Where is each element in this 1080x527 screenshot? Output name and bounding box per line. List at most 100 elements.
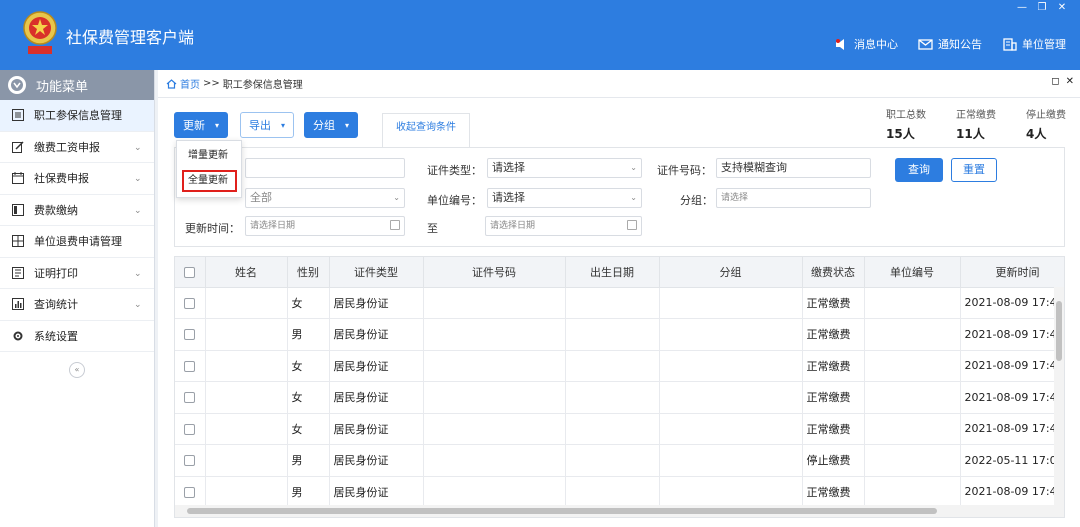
chevron-down-icon: ▾ [281, 120, 286, 130]
group-button-label: 分组 [313, 119, 336, 132]
cell-unit-no [864, 350, 961, 382]
collapse-query-tab[interactable]: 收起查询条件 [382, 113, 470, 147]
cell-updated: 2021-08-09 17:4 [960, 350, 1064, 382]
sidebar-item-label: 单位退费申请管理 [34, 235, 122, 249]
update-time-label: 更新时间： [185, 222, 240, 235]
row-checkbox[interactable] [175, 381, 206, 414]
incremental-update-item[interactable]: 增量更新 [177, 145, 241, 167]
cell-cert-type: 居民身份证 [329, 287, 424, 319]
row-checkbox[interactable] [175, 318, 206, 351]
app-title: 社保费管理客户端 [66, 28, 195, 47]
cell-status: 停止缴费 [802, 444, 865, 477]
employee-table: 姓名 性别 证件类型 证件号码 出生日期 分组 缴费状态 单位编号 更新时间 女… [174, 256, 1065, 518]
panel-close-button[interactable]: ✕ [1066, 76, 1074, 87]
sidebar-item-label: 费款缴纳 [34, 203, 78, 217]
edit-icon [12, 141, 24, 153]
row-checkbox[interactable] [175, 444, 206, 477]
home-icon [166, 78, 177, 89]
cell-status: 正常缴费 [802, 476, 865, 508]
cert-type-select[interactable]: 请选择 ⌄ [487, 158, 642, 178]
cell-status: 正常缴费 [802, 381, 865, 414]
col-header-group[interactable]: 分组 [659, 257, 803, 288]
table-row[interactable]: 男居民身份证 正常缴费 2021-08-09 17:4 [175, 476, 1064, 508]
cell-status: 正常缴费 [802, 287, 865, 319]
export-button[interactable]: 导出 ▾ [240, 112, 295, 138]
row-checkbox[interactable] [175, 476, 206, 508]
sidebar-item-employee-insurance[interactable]: 职工参保信息管理 [0, 100, 154, 132]
col-header-cert-type[interactable]: 证件类型 [329, 257, 424, 288]
query-button[interactable]: 查询 [895, 158, 943, 182]
col-header-unit-no[interactable]: 单位编号 [864, 257, 961, 288]
date-from-input[interactable]: 请选择日期 [245, 216, 405, 236]
vertical-scrollbar[interactable] [1054, 287, 1064, 505]
sidebar-item-certificate-print[interactable]: 证明打印 ⌄ [0, 258, 154, 289]
group-button[interactable]: 分组 ▾ [304, 112, 359, 138]
calendar-icon [390, 220, 400, 230]
date-to-input[interactable]: 请选择日期 [485, 216, 642, 236]
col-header-status[interactable]: 缴费状态 [802, 257, 865, 288]
group-label: 分组： [680, 194, 713, 207]
horizontal-scrollbar[interactable] [175, 505, 1064, 517]
name-input[interactable] [245, 158, 405, 178]
breadcrumb-separator: >> [203, 78, 220, 89]
gear-icon [13, 331, 23, 341]
group-select[interactable]: 请选择 [716, 188, 871, 208]
breadcrumb-home-link[interactable]: 首页 [180, 76, 200, 91]
full-update-item[interactable]: 全量更新 [182, 170, 237, 192]
cell-cert-type: 居民身份证 [329, 318, 424, 351]
table-row[interactable]: 女居民身份证 正常缴费 2021-08-09 17:4 [175, 413, 1064, 445]
table-row[interactable]: 女居民身份证 正常缴费 2021-08-09 17:4 [175, 287, 1064, 319]
table-row[interactable]: 男居民身份证 停止缴费 2022-05-11 17:0 [175, 444, 1064, 477]
message-center-label: 消息中心 [854, 38, 898, 51]
col-header-name[interactable]: 姓名 [205, 257, 288, 288]
restore-button[interactable]: ❐ [1034, 2, 1050, 14]
table-row[interactable]: 女居民身份证 正常缴费 2021-08-09 17:4 [175, 381, 1064, 414]
select-all-checkbox[interactable] [175, 257, 206, 288]
row-checkbox[interactable] [175, 350, 206, 382]
message-center-link[interactable]: 消息中心 [834, 36, 898, 52]
table-row[interactable]: 男居民身份证 正常缴费 2021-08-09 17:4 [175, 318, 1064, 351]
cell-status: 正常缴费 [802, 350, 865, 382]
cell-unit-no [864, 381, 961, 414]
table-row[interactable]: 女居民身份证 正常缴费 2021-08-09 17:4 [175, 350, 1064, 382]
close-button[interactable]: ✕ [1054, 2, 1070, 14]
panel-restore-button[interactable]: ◻ [1051, 76, 1059, 87]
col-header-cert-no[interactable]: 证件号码 [423, 257, 566, 288]
sidebar-item-system-settings[interactable]: 系统设置 [0, 321, 154, 352]
cell-birth-date [565, 413, 660, 445]
col-header-birth-date[interactable]: 出生日期 [565, 257, 660, 288]
status-select[interactable]: 全部 ⌄ [245, 188, 405, 208]
cell-cert-type: 居民身份证 [329, 350, 424, 382]
sidebar-item-refund[interactable]: 单位退费申请管理 [0, 226, 154, 258]
row-checkbox[interactable] [175, 413, 206, 445]
cell-birth-date [565, 381, 660, 414]
cell-group [659, 350, 803, 382]
sidebar-item-query-statistics[interactable]: 查询统计 ⌄ [0, 289, 154, 321]
cell-name [205, 350, 288, 382]
sidebar-header: 功能菜单 [0, 70, 154, 100]
calendar-icon [12, 172, 24, 185]
chevron-down-icon: ⌄ [134, 268, 142, 279]
cell-cert-type: 居民身份证 [329, 444, 424, 477]
minimize-button[interactable]: — [1014, 2, 1030, 14]
unit-no-select[interactable]: 请选择 ⌄ [487, 188, 642, 208]
cell-group [659, 476, 803, 508]
reset-button[interactable]: 重置 [951, 158, 997, 182]
announcement-label: 通知公告 [938, 38, 982, 51]
row-checkbox[interactable] [175, 287, 206, 319]
cert-type-label: 证件类型： [427, 164, 482, 177]
to-label: 至 [427, 222, 438, 235]
unit-management-link[interactable]: 单位管理 [1002, 36, 1066, 52]
announcement-link[interactable]: 通知公告 [918, 36, 982, 52]
cell-unit-no [864, 287, 961, 319]
col-header-gender[interactable]: 性别 [287, 257, 330, 288]
sidebar-item-wage-declaration[interactable]: 缴费工资申报 ⌄ [0, 132, 154, 163]
cell-updated: 2021-08-09 17:4 [960, 318, 1064, 351]
cert-no-input[interactable]: 支持模糊查询 [716, 158, 871, 178]
cell-group [659, 444, 803, 477]
sidebar-item-payment[interactable]: 费款缴纳 ⌄ [0, 195, 154, 226]
sidebar-collapse-button[interactable]: « [69, 362, 85, 378]
col-header-updated[interactable]: 更新时间 [960, 257, 1064, 288]
sidebar-item-social-security-declaration[interactable]: 社保费申报 ⌄ [0, 163, 154, 195]
update-button[interactable]: 更新 ▾ [174, 112, 229, 138]
